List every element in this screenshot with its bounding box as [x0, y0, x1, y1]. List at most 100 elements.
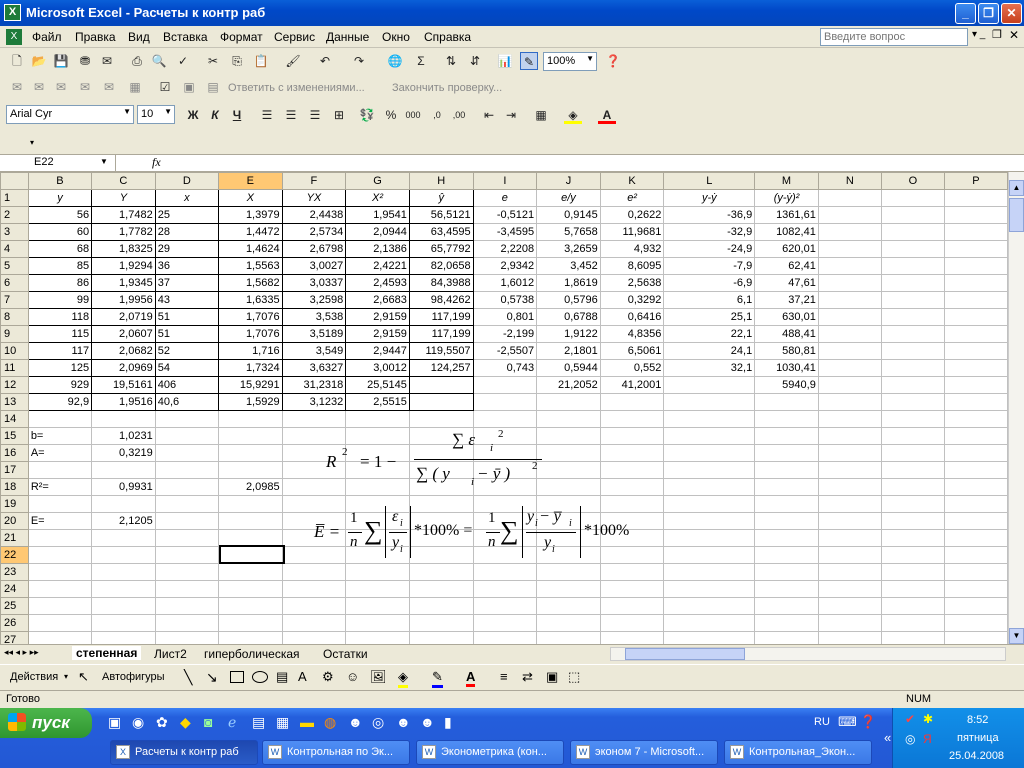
format-painter-icon[interactable]: 🖌: [284, 52, 302, 70]
cell-O3[interactable]: [880, 223, 945, 241]
cell-K13[interactable]: [599, 393, 665, 411]
cell-P20[interactable]: [943, 512, 1008, 530]
cell-L22[interactable]: [663, 546, 756, 564]
draw-actions-menu[interactable]: Действия: [10, 671, 58, 683]
cell-C7[interactable]: 1,9956: [91, 291, 156, 309]
line-color-icon[interactable]: ✎: [432, 669, 443, 688]
cell-K16[interactable]: [599, 444, 665, 462]
cell-E26[interactable]: [217, 614, 283, 632]
cell-D4[interactable]: 29: [154, 240, 219, 258]
task-word-3[interactable]: Wэконом 7 - Microsoft...: [570, 740, 718, 765]
review-icon-2[interactable]: ✉: [30, 78, 48, 96]
cell-J9[interactable]: 1,9122: [536, 325, 601, 343]
cell-C21[interactable]: [91, 529, 156, 547]
cell-J5[interactable]: 3,452: [536, 257, 601, 275]
cell-C26[interactable]: [91, 614, 156, 632]
borders-icon[interactable]: ▦: [532, 106, 550, 124]
cell-L19[interactable]: [663, 495, 756, 513]
cell-I27[interactable]: [472, 631, 538, 644]
cell-P23[interactable]: [943, 563, 1008, 581]
row-header[interactable]: 16: [0, 444, 29, 462]
menu-data[interactable]: Данные: [326, 30, 369, 44]
cell-G8[interactable]: 2,9159: [345, 308, 410, 326]
menu-insert[interactable]: Вставка: [163, 30, 208, 44]
cell-O13[interactable]: [880, 393, 945, 411]
cell-F1[interactable]: YX: [281, 189, 347, 207]
cell-K14[interactable]: [599, 410, 665, 428]
tray-icon-1[interactable]: ✔: [905, 712, 915, 726]
cell-I24[interactable]: [472, 580, 538, 598]
cell-F26[interactable]: [281, 614, 347, 632]
cell-M20[interactable]: [754, 512, 819, 530]
row-header[interactable]: 11: [0, 359, 29, 377]
cell-M6[interactable]: 47,61: [754, 274, 819, 292]
cell-C12[interactable]: 19,5161: [91, 376, 156, 394]
merge-center-icon[interactable]: ⊞: [330, 106, 348, 124]
maximize-button[interactable]: ❐: [978, 3, 999, 24]
tab-sheet-1[interactable]: степенная: [72, 646, 142, 660]
cell-G26[interactable]: [345, 614, 410, 632]
help-icon[interactable]: ❓: [604, 52, 622, 70]
select-objects-icon[interactable]: ↖: [78, 669, 89, 685]
cell-B12[interactable]: 929: [27, 376, 93, 394]
cell-G14[interactable]: [345, 410, 410, 428]
decrease-indent-icon[interactable]: ⇤: [480, 106, 498, 124]
row-header[interactable]: 23: [0, 563, 29, 581]
cell-M14[interactable]: [754, 410, 819, 428]
cell-O12[interactable]: [880, 376, 945, 394]
ql-icon-8[interactable]: ▦: [276, 714, 289, 731]
cell-I2[interactable]: -0,5121: [472, 206, 538, 224]
open-icon[interactable]: 📂: [30, 52, 48, 70]
column-header-F[interactable]: F: [281, 172, 347, 190]
cell-F24[interactable]: [281, 580, 347, 598]
cell-O24[interactable]: [880, 580, 945, 598]
cell-F10[interactable]: 3,549: [281, 342, 347, 360]
font-size-select[interactable]: 10 ▼: [137, 105, 175, 124]
row-header[interactable]: 8: [0, 308, 29, 326]
menu-view[interactable]: Вид: [128, 30, 150, 44]
cell-C8[interactable]: 2,0719: [91, 308, 156, 326]
increase-indent-icon[interactable]: ⇥: [502, 106, 520, 124]
cell-N7[interactable]: [817, 291, 882, 309]
end-review-link[interactable]: Закончить проверку...: [392, 82, 502, 94]
ql-icon-2[interactable]: ◉: [132, 714, 144, 731]
cell-E1[interactable]: X: [217, 189, 283, 207]
mean-error-formula[interactable]: E̅ = 1 n ∑ ε i y i *100% = 1 n ∑ y i − y…: [312, 502, 652, 564]
cell-L12[interactable]: [663, 376, 756, 394]
cell-B23[interactable]: [27, 563, 93, 581]
cell-P1[interactable]: [943, 189, 1008, 207]
cell-J3[interactable]: 5,7658: [536, 223, 601, 241]
cell-M2[interactable]: 1361,61: [754, 206, 819, 224]
cell-C16[interactable]: 0,3219: [91, 444, 156, 462]
cell-J13[interactable]: [536, 393, 601, 411]
cell-D20[interactable]: [154, 512, 219, 530]
cell-M5[interactable]: 62,41: [754, 257, 819, 275]
cell-C22[interactable]: [91, 546, 156, 564]
cell-G4[interactable]: 2,1386: [345, 240, 410, 258]
cell-K25[interactable]: [599, 597, 665, 615]
cell-O2[interactable]: [880, 206, 945, 224]
cell-H27[interactable]: [408, 631, 474, 644]
column-header-E[interactable]: E: [217, 172, 283, 190]
cell-K10[interactable]: 6,5061: [599, 342, 665, 360]
cell-N5[interactable]: [817, 257, 882, 275]
cell-O7[interactable]: [880, 291, 945, 309]
tab-sheet-3[interactable]: гиперболическая: [204, 647, 300, 661]
tab-sheet-2[interactable]: Лист2: [154, 647, 187, 661]
scroll-up-icon[interactable]: ▲: [1009, 180, 1024, 196]
reply-changes-link[interactable]: Ответить с изменениями...: [228, 82, 365, 94]
cell-L13[interactable]: [663, 393, 756, 411]
align-right-icon[interactable]: ☰: [306, 106, 324, 124]
cell-K27[interactable]: [599, 631, 665, 644]
column-header-O[interactable]: O: [880, 172, 945, 190]
cell-D26[interactable]: [154, 614, 219, 632]
cell-H12[interactable]: [408, 376, 474, 394]
cell-P13[interactable]: [943, 393, 1008, 411]
cell-N15[interactable]: [817, 427, 882, 445]
align-center-icon[interactable]: ☰: [282, 106, 300, 124]
cell-K26[interactable]: [599, 614, 665, 632]
cell-H3[interactable]: 63,4595: [408, 223, 474, 241]
drawing-icon[interactable]: ✎: [520, 52, 538, 70]
cell-L7[interactable]: 6,1: [663, 291, 756, 309]
cell-C4[interactable]: 1,8325: [91, 240, 156, 258]
